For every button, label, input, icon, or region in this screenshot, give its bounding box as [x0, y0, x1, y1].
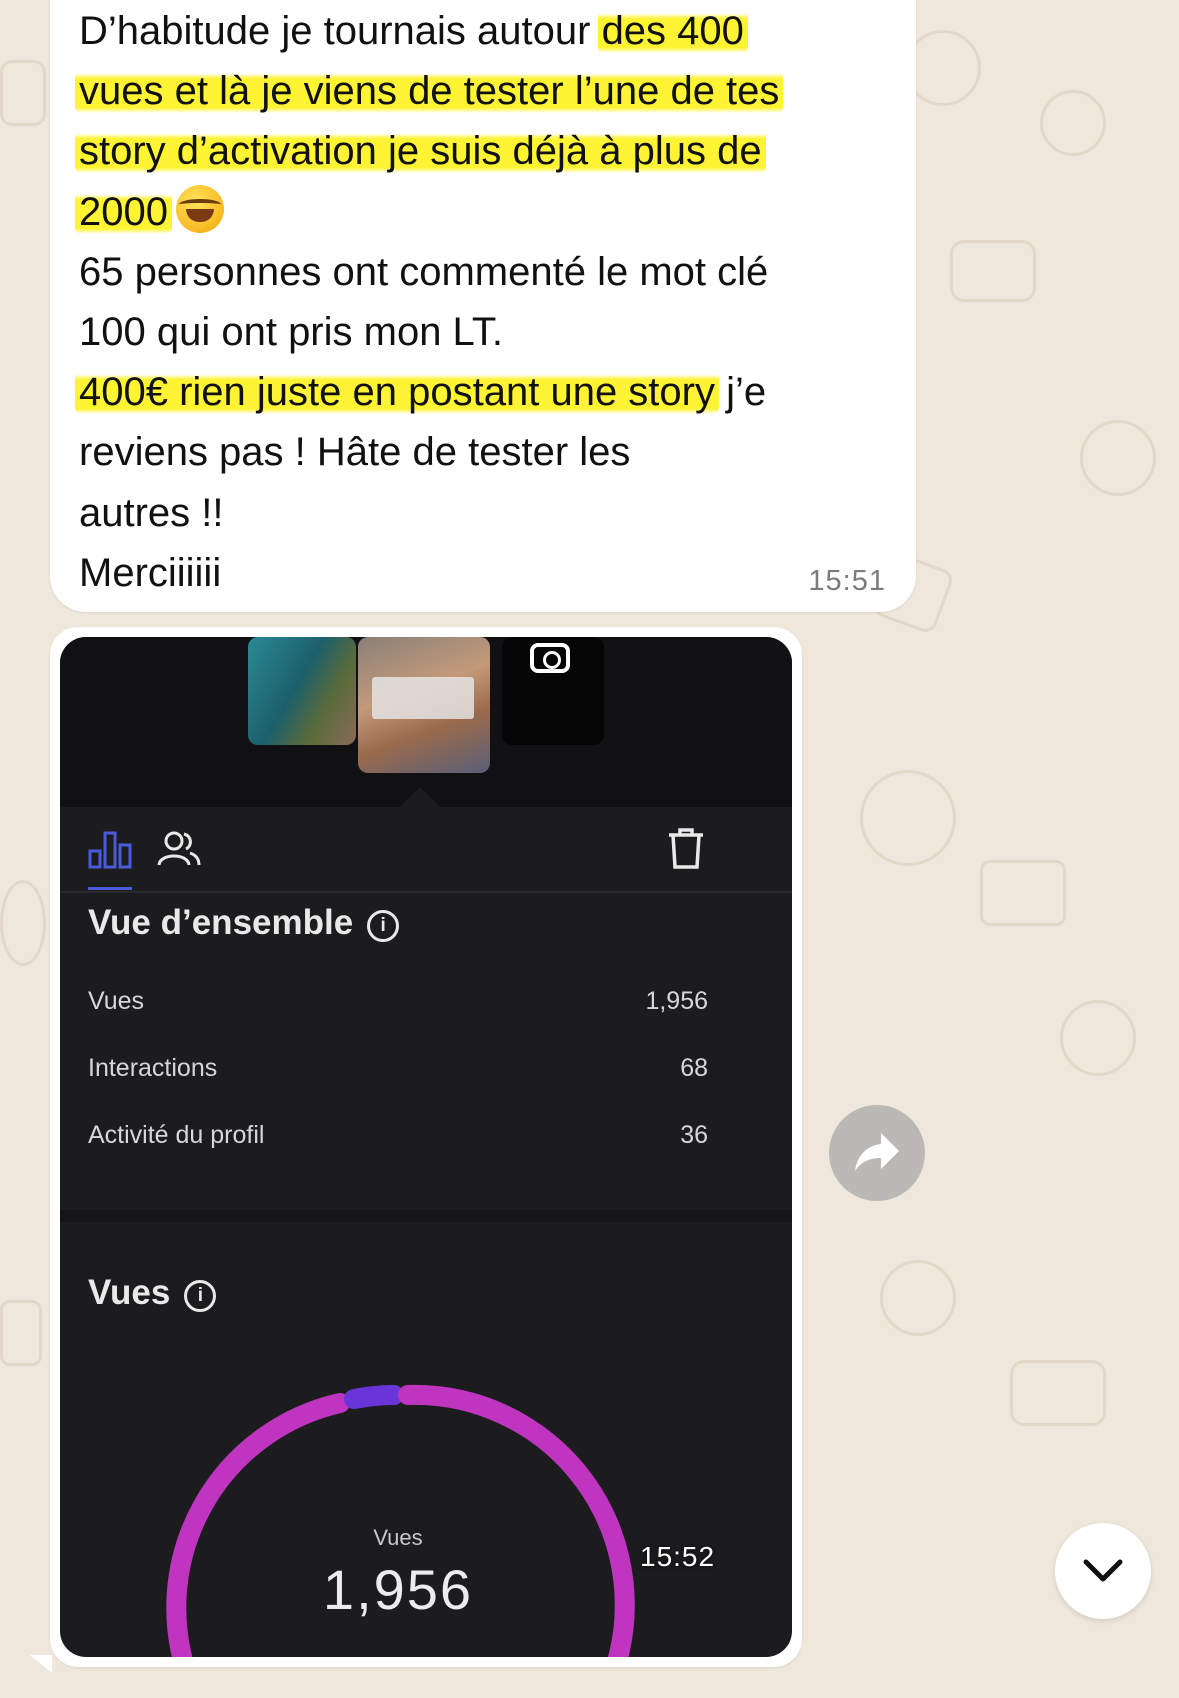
- ring-value: 1,956: [322, 1558, 474, 1621]
- insights-tabbar: [60, 807, 792, 893]
- wallpaper-doodle: [1060, 1000, 1136, 1076]
- stat-row-views: Vues 1,956: [88, 987, 708, 1027]
- message-line: reviens pas ! Hâte de tester les: [79, 430, 631, 475]
- forward-arrow-icon: [855, 1133, 899, 1171]
- story-thumbnail-selected: [358, 637, 490, 773]
- wallpaper-doodle: [860, 770, 956, 866]
- overview-title: Vue d’ensemble i: [88, 903, 400, 943]
- stat-label: Vues: [88, 987, 145, 1015]
- ring-label: Vues: [373, 1525, 423, 1550]
- stat-row-profile-activity: Activité du profil 36: [88, 1121, 708, 1161]
- incoming-text-message[interactable]: D’habitude je tournais autour des 400 vu…: [50, 0, 916, 612]
- message-body: D’habitude je tournais autour des 400 vu…: [75, 1, 899, 603]
- highlighted-text: vues et là je viens de tester l’une de t…: [75, 69, 784, 114]
- highlighted-text: 2000: [75, 189, 172, 234]
- wallpaper-doodle: [950, 240, 1036, 302]
- stat-value: 68: [680, 1054, 708, 1082]
- wallpaper-doodle: [0, 60, 46, 126]
- active-tab-underline: [88, 887, 132, 890]
- ring-arc-secondary: [344, 1385, 404, 1409]
- wallpaper-doodle: [0, 880, 46, 966]
- message-line: autres !!: [79, 490, 224, 535]
- rolling-on-floor-laughing-emoji: [175, 184, 224, 233]
- story-thumbnail: [248, 637, 356, 745]
- views-section-title: Vues i: [88, 1273, 217, 1313]
- message-line: 65 personnes ont commenté le mot clé: [79, 249, 769, 294]
- message-line: vues et là je viens de tester l’une de t…: [75, 61, 899, 121]
- info-icon: i: [184, 1280, 217, 1312]
- scroll-to-bottom-button[interactable]: [1055, 1523, 1151, 1619]
- message-line: story d’activation je suis déjà à plus d…: [75, 121, 899, 181]
- wallpaper-doodle: [0, 1300, 42, 1366]
- info-icon: i: [367, 910, 400, 942]
- camera-icon: [530, 643, 570, 673]
- stat-label: Interactions: [88, 1054, 218, 1082]
- chevron-down-icon: [1083, 1559, 1123, 1582]
- message-timestamp: 15:51: [808, 565, 886, 597]
- forward-button[interactable]: [829, 1105, 925, 1201]
- trash-icon: [669, 828, 703, 869]
- section-divider: [60, 1210, 792, 1222]
- wallpaper-doodle: [905, 30, 981, 106]
- wallpaper-doodle: [980, 860, 1066, 926]
- highlighted-text: des 400: [597, 9, 748, 53]
- highlighted-text: story d’activation je suis déjà à plus d…: [75, 129, 766, 174]
- message-line: D’habitude je tournais autour des 400: [79, 1, 899, 61]
- highlighted-text: 400€ rien juste en postant une story: [75, 370, 719, 415]
- wallpaper-doodle: [1080, 420, 1156, 496]
- message-line: Merciiiiii: [79, 550, 222, 595]
- wallpaper-doodle: [1040, 90, 1106, 156]
- insights-icon: [88, 831, 132, 869]
- stat-value: 36: [680, 1121, 708, 1149]
- message-line: 400€ rien juste en postant une story j’e: [75, 362, 899, 422]
- incoming-image-message[interactable]: Vue d’ensemble i Vues 1,956 Interactions …: [50, 627, 802, 1667]
- stat-value: 1,956: [645, 987, 708, 1015]
- stat-row-interactions: Interactions 68: [88, 1054, 708, 1094]
- message-line: 100 qui ont pris mon LT.: [79, 310, 503, 355]
- stat-label: Activité du profil: [88, 1121, 265, 1149]
- bubble-tail: [30, 1655, 52, 1673]
- people-icon: [157, 831, 201, 866]
- wallpaper-doodle: [1010, 1360, 1106, 1426]
- message-line: 2000: [75, 182, 899, 242]
- thumbnail-caption-block: [372, 677, 474, 719]
- story-thumbnail-strip: [60, 637, 792, 827]
- story-insights-screenshot[interactable]: Vue d’ensemble i Vues 1,956 Interactions …: [60, 637, 792, 1657]
- image-message-timestamp: 15:52: [640, 1541, 716, 1572]
- wallpaper-doodle: [880, 1260, 956, 1336]
